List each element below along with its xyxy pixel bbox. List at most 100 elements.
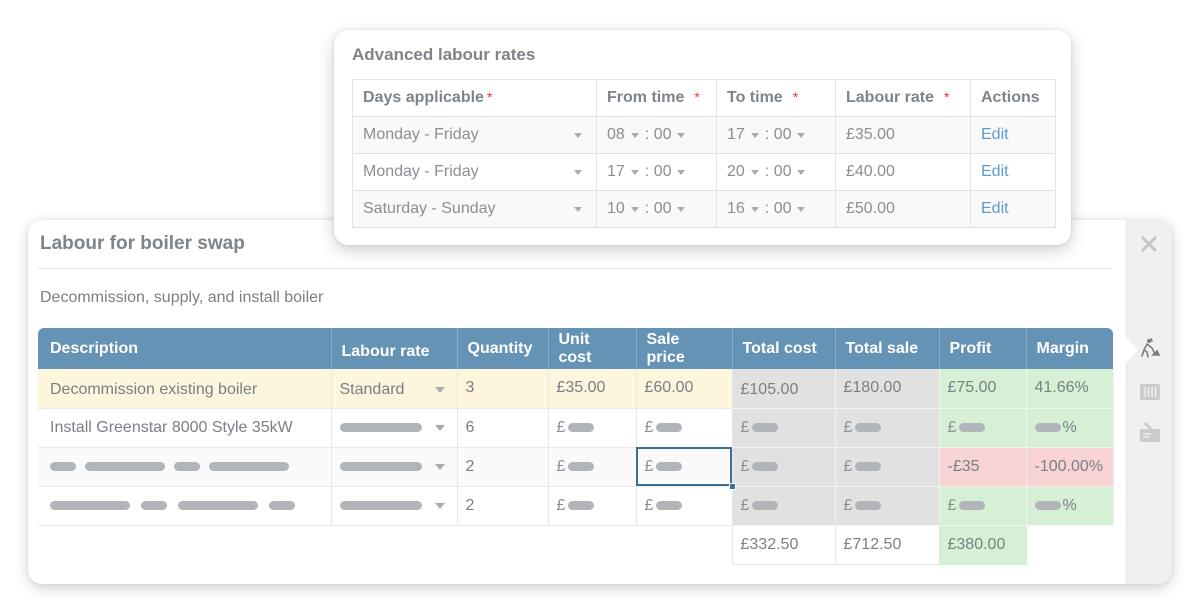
profit-cell: £	[939, 408, 1027, 448]
col-header-profit[interactable]: Profit	[939, 328, 1027, 369]
grand-total-cost: £332.50	[731, 525, 836, 565]
redacted-value	[568, 422, 595, 432]
sale-price-cell[interactable]: £	[636, 486, 733, 526]
chevron-down-icon	[574, 206, 582, 212]
from-minute[interactable]: : 00	[645, 163, 672, 181]
margin-cell: %	[1026, 486, 1114, 526]
labour-rate-value: £50.00	[835, 190, 971, 228]
quantity-cell[interactable]: 2	[457, 486, 549, 526]
col-header-days: Days applicable *	[352, 79, 597, 117]
quantity-cell[interactable]: 6	[457, 408, 549, 448]
chevron-down-icon	[750, 206, 759, 212]
description-cell[interactable]: Install Greenstar 8000 Style 35kW	[38, 408, 332, 448]
unit-cost-cell[interactable]: £	[548, 447, 637, 487]
from-time-select[interactable]: 08 : 00	[596, 116, 717, 154]
to-minute[interactable]: : 00	[765, 200, 792, 218]
to-minute[interactable]: : 00	[765, 163, 792, 181]
fill-handle[interactable]	[728, 482, 736, 490]
col-header-labour-rate[interactable]: Labour rate	[331, 328, 458, 369]
chevron-down-icon	[677, 132, 686, 138]
currency-symbol: £	[843, 457, 853, 475]
labour-rate-select[interactable]	[331, 447, 458, 487]
redacted-value	[656, 500, 683, 510]
col-header-sale-price[interactable]: Sale price	[636, 328, 733, 369]
materials-grid-icon[interactable]	[1138, 380, 1162, 404]
total-cost-cell: £	[732, 447, 836, 487]
unit-cost-cell[interactable]: £35.00	[548, 369, 637, 409]
edit-link[interactable]: Edit	[981, 200, 1009, 217]
description-cell[interactable]	[38, 447, 332, 487]
percent-symbol: %	[1062, 418, 1077, 436]
close-icon[interactable]	[1139, 234, 1159, 254]
redacted-value	[339, 423, 422, 432]
to-time-select[interactable]: 20 : 00	[716, 153, 836, 191]
total-sale-cell: £180.00	[835, 369, 940, 409]
to-time-select[interactable]: 17 : 00	[716, 116, 836, 154]
to-hour[interactable]: 17	[727, 126, 745, 144]
description-cell[interactable]: Decommission existing boiler	[38, 369, 332, 409]
col-header-total-sale[interactable]: Total sale	[835, 328, 940, 369]
days-select[interactable]: Monday - Friday	[352, 116, 597, 154]
line-items-table: Description Labour rate Quantity Unit co…	[38, 328, 1114, 565]
redacted-value	[656, 461, 683, 471]
from-time-select[interactable]: 10 : 00	[596, 190, 717, 228]
labour-rate-select[interactable]	[331, 486, 458, 526]
unit-cost-cell[interactable]: £	[548, 486, 637, 526]
table-row: Install Greenstar 8000 Style 35kW 6 £ £ …	[38, 408, 1114, 448]
currency-symbol: £	[740, 496, 750, 514]
unit-cost-cell[interactable]: £	[548, 408, 637, 448]
col-header-from-time: From time *	[596, 79, 717, 117]
redacted-value	[752, 422, 779, 432]
redacted-value	[656, 422, 683, 432]
redacted-value	[752, 500, 779, 510]
from-hour[interactable]: 10	[607, 200, 625, 218]
col-header-description[interactable]: Description	[38, 328, 332, 369]
col-header-margin[interactable]: Margin	[1026, 328, 1113, 369]
days-select[interactable]: Saturday - Sunday	[352, 190, 597, 228]
col-header-quantity[interactable]: Quantity	[457, 328, 549, 369]
popover-title: Advanced labour rates	[352, 45, 536, 64]
col-header-labour-rate: Labour rate *	[835, 79, 971, 117]
labour-rate-select[interactable]	[331, 408, 458, 448]
sale-price-cell[interactable]: £	[636, 408, 733, 448]
from-minute[interactable]: : 00	[645, 126, 672, 144]
to-time-select[interactable]: 16 : 00	[716, 190, 836, 228]
redacted-value	[50, 461, 76, 471]
from-hour[interactable]: 08	[607, 126, 625, 144]
chevron-down-icon	[797, 132, 806, 138]
total-sale-cell: £	[835, 408, 940, 448]
redacted-value	[855, 500, 882, 510]
to-hour[interactable]: 20	[727, 163, 745, 181]
description-cell[interactable]	[38, 486, 332, 526]
labour-worker-icon[interactable]	[1138, 337, 1162, 361]
chevron-down-icon	[574, 169, 582, 175]
chevron-down-icon	[797, 169, 806, 175]
labour-rate-value: £35.00	[835, 116, 971, 154]
table-header-row: Description Labour rate Quantity Unit co…	[38, 328, 1113, 369]
days-select[interactable]: Monday - Friday	[352, 153, 597, 191]
to-hour[interactable]: 16	[727, 200, 745, 218]
redacted-value	[568, 500, 595, 510]
sale-price-cell-selected[interactable]: £	[636, 447, 736, 490]
col-header-unit-cost[interactable]: Unit cost	[548, 328, 637, 369]
table-row: Decommission existing boiler Standard 3 …	[38, 369, 1114, 409]
edit-link[interactable]: Edit	[981, 126, 1009, 143]
total-cost-cell: £105.00	[732, 369, 836, 409]
currency-symbol: £	[740, 457, 750, 475]
quantity-cell[interactable]: 3	[457, 369, 549, 409]
from-time-select[interactable]: 17 : 00	[596, 153, 717, 191]
totals-row: £332.50 £712.50 £380.00	[38, 524, 1113, 565]
panel-subtitle: Decommission, supply, and install boiler	[40, 289, 324, 306]
col-header-total-cost[interactable]: Total cost	[732, 328, 836, 369]
to-minute[interactable]: : 00	[765, 126, 792, 144]
sale-price-cell[interactable]: £60.00	[636, 369, 733, 409]
from-minute[interactable]: : 00	[645, 200, 672, 218]
labour-rate-select[interactable]: Standard	[331, 369, 458, 409]
margin-cell: -100.00%	[1026, 447, 1114, 487]
notes-edit-icon[interactable]	[1138, 420, 1162, 444]
quantity-cell[interactable]: 2	[457, 447, 549, 487]
chevron-down-icon	[750, 132, 759, 138]
from-hour[interactable]: 17	[607, 163, 625, 181]
rate-row: Saturday - Sunday 10 : 00 16 : 00 £50.00 E…	[352, 190, 1056, 228]
edit-link[interactable]: Edit	[981, 163, 1009, 180]
